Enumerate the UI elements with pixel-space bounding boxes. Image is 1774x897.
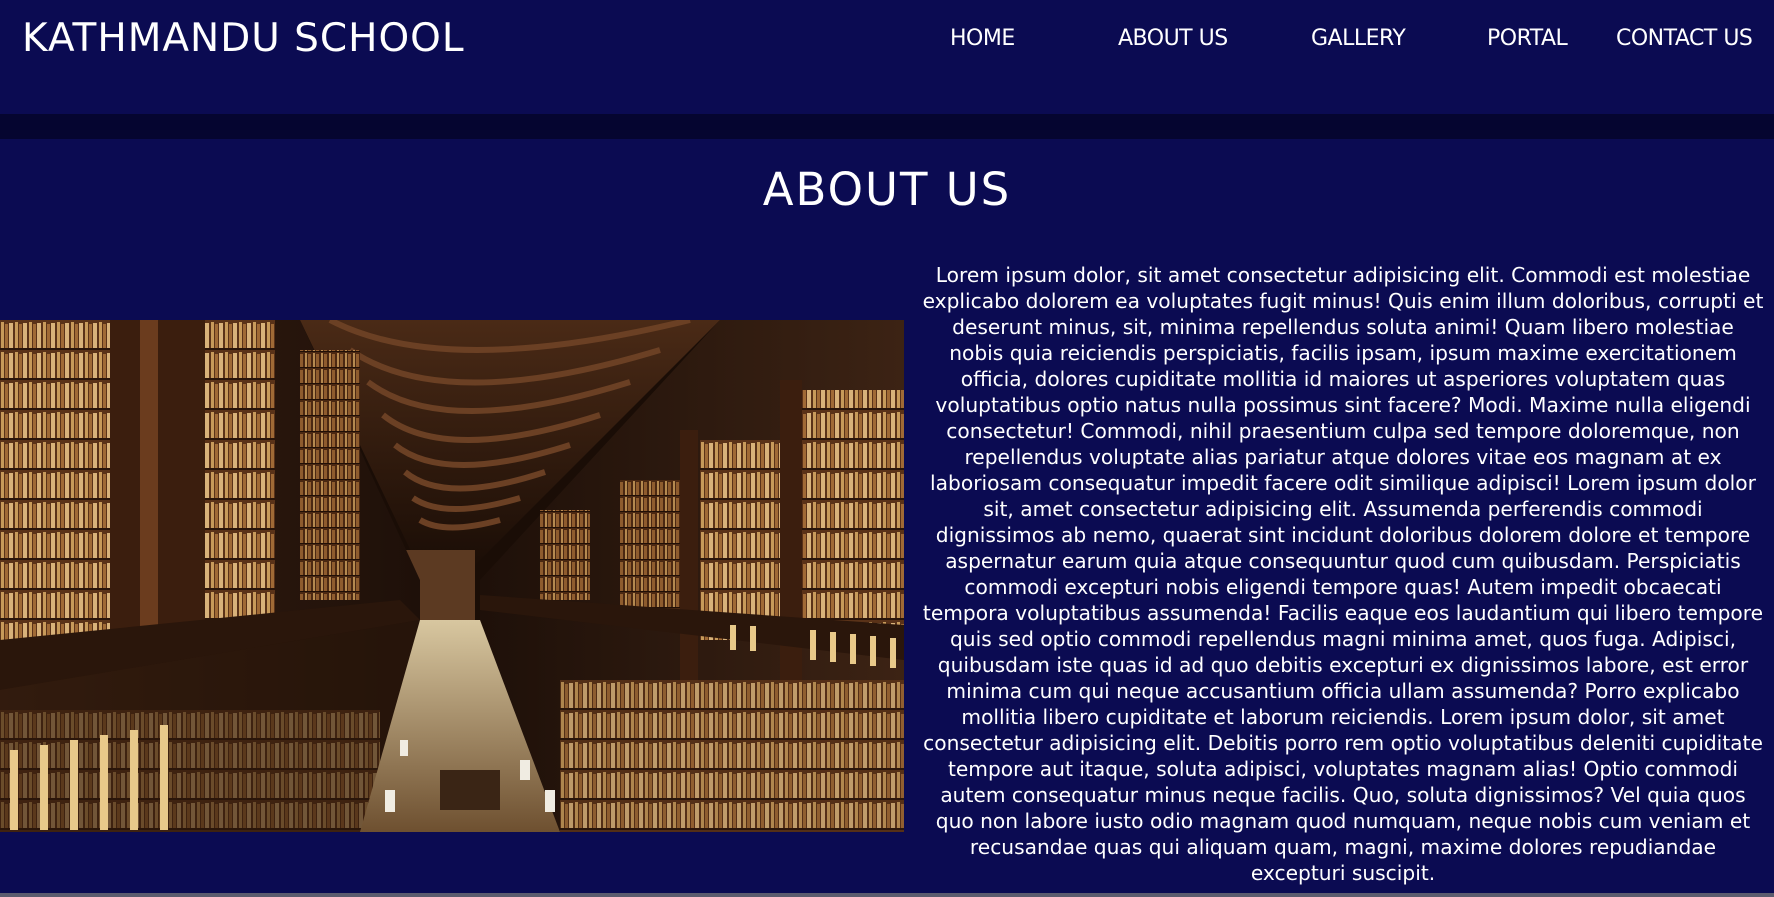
main-nav: HOME ABOUT US GALLERY PORTAL CONTACT US (934, 26, 1774, 56)
library-photo (0, 320, 904, 832)
site-header: KATHMANDU SCHOOL HOME ABOUT US GALLERY P… (0, 0, 1774, 114)
page-bottom-edge (0, 893, 1774, 897)
about-text: Lorem ipsum dolor, sit amet consectetur … (922, 263, 1764, 885)
about-section: ABOUT US Lorem ipsum dolor, sit amet con… (0, 139, 1774, 893)
nav-portal[interactable]: PORTAL (1487, 26, 1568, 51)
nav-about-us[interactable]: ABOUT US (1118, 26, 1228, 51)
nav-home[interactable]: HOME (950, 26, 1015, 51)
nav-contact-us[interactable]: CONTACT US (1616, 26, 1753, 51)
section-title: ABOUT US (762, 163, 1012, 216)
site-brand[interactable]: KATHMANDU SCHOOL (22, 16, 465, 61)
header-divider (0, 114, 1774, 139)
nav-gallery[interactable]: GALLERY (1311, 26, 1406, 51)
